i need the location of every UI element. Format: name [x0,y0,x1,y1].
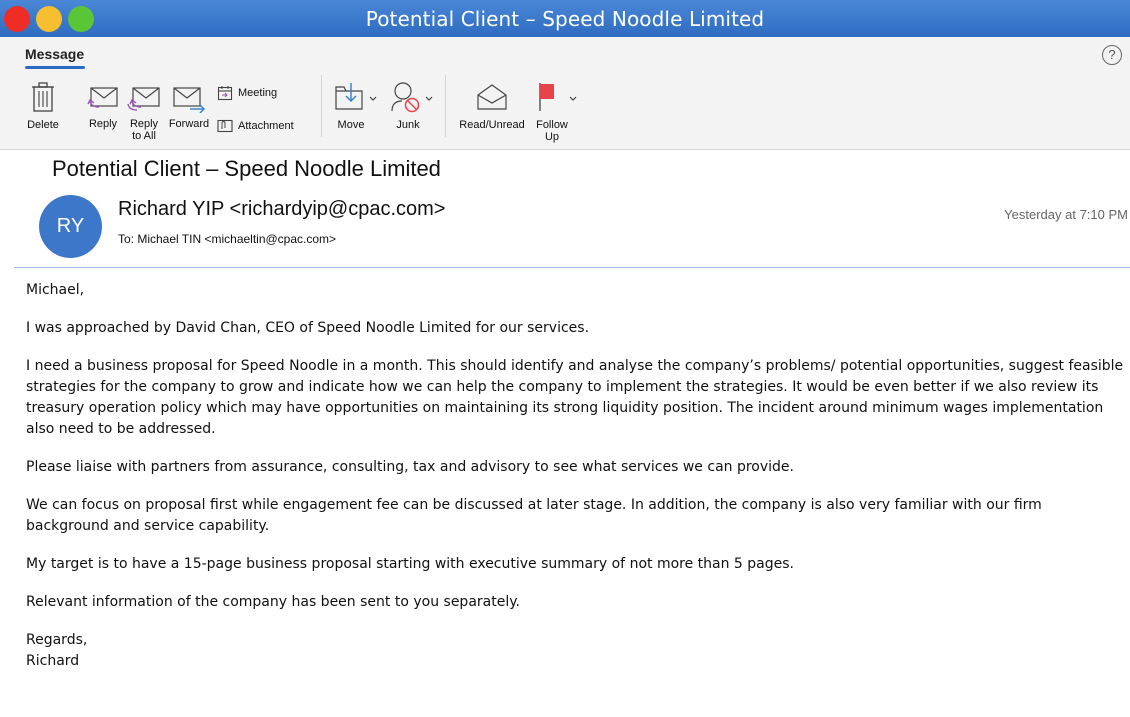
attachment-icon [217,119,233,133]
body-paragraph: My target is to have a 15-page business … [26,556,794,572]
move-label: Move [337,119,365,131]
close-window-icon[interactable] [4,6,30,32]
junk-button[interactable]: Junk [390,81,436,131]
reply-button[interactable]: Reply [86,85,120,130]
move-folder-icon [335,83,377,110]
message-timestamp: Yesterday at 7:10 PM [1004,207,1128,222]
junk-icon [391,82,433,113]
closing: Regards, [26,632,88,648]
junk-label: Junk [396,119,420,131]
ribbon-toolbar: Message ? Delete Reply Reply to All Forw… [0,37,1130,150]
calendar-icon [217,86,233,101]
body-paragraph: Relevant information of the company has … [26,594,520,610]
tab-message[interactable]: Message [25,46,84,62]
window-title: Potential Client – Speed Noodle Limited [365,6,765,31]
window-title-bar: Potential Client – Speed Noodle Limited [0,0,1130,37]
reply-all-icon [127,87,160,111]
follow-up-label-line1: Follow [536,119,568,131]
flag-icon [539,83,577,111]
window-controls [4,6,94,32]
follow-up-button[interactable]: Follow Up [534,81,582,143]
read-unread-button[interactable]: Read/Unread [455,81,529,131]
read-unread-label: Read/Unread [459,119,525,131]
signature: Richard [26,653,80,669]
body-paragraph: I was approached by David Chan, CEO of S… [26,320,590,336]
body-paragraph: Please liaise with partners from assuran… [26,459,794,475]
move-button[interactable]: Move [334,81,378,131]
reply-icon [87,87,118,108]
body-paragraph: We can focus on proposal first while eng… [26,497,1042,534]
reply-all-label-line1: Reply [129,118,159,130]
sender[interactable]: Richard YIP <richardyip@cpac.com> [118,198,446,221]
delete-label: Delete [27,119,59,131]
attachment-button[interactable]: Attachment [217,119,294,133]
follow-up-label-line2: Up [544,131,560,143]
forward-button[interactable]: Forward [168,85,210,130]
body-paragraph: I need a business proposal for Speed Noo… [26,358,1124,437]
forward-icon [173,87,205,113]
delete-button[interactable]: Delete [22,81,64,131]
zoom-window-icon[interactable] [68,6,94,32]
greeting: Michael, [26,282,85,298]
minimize-window-icon[interactable] [36,6,62,32]
ribbon-separator [321,75,322,137]
header-divider [14,267,1130,268]
attachment-label: Attachment [238,120,294,132]
envelope-open-icon [477,84,507,110]
reply-all-label-line2: to All [132,130,156,142]
tab-active-indicator [25,66,85,69]
ribbon-separator [445,75,446,137]
reply-label: Reply [88,118,118,130]
forward-label: Forward [168,118,210,130]
help-icon[interactable]: ? [1102,45,1122,65]
trash-icon [32,82,54,112]
message-subject: Potential Client – Speed Noodle Limited [52,156,441,181]
recipient[interactable]: To: Michael TIN <michaeltin@cpac.com> [118,232,336,246]
meeting-label: Meeting [238,87,278,99]
reply-all-button[interactable]: Reply to All [126,85,162,142]
message-body: Michael, I was approached by David Chan,… [26,280,1124,672]
meeting-button[interactable]: Meeting [217,85,277,101]
avatar: RY [39,195,102,258]
